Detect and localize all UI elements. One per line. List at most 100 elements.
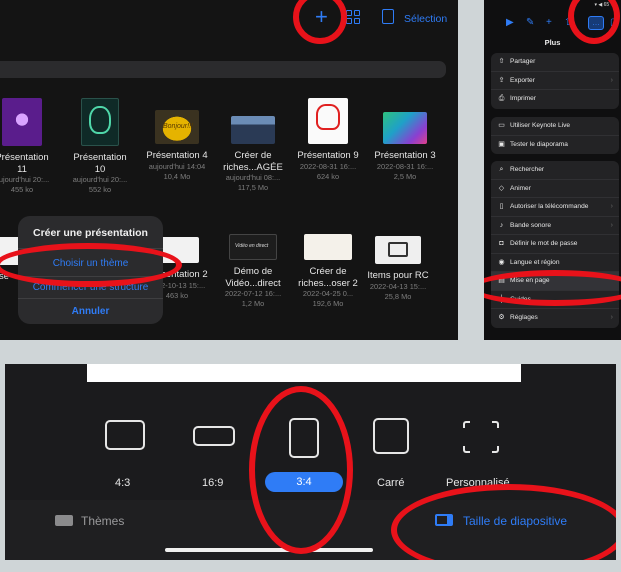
menu-item-soundtrack[interactable]: ♪ Bande sonore ›: [491, 217, 619, 235]
menu-item-animate[interactable]: ◇ Animer: [491, 180, 619, 198]
menu-item-label: Bande sonore: [510, 221, 552, 229]
play-icon[interactable]: ▶: [506, 16, 514, 30]
search-field[interactable]: [0, 61, 446, 78]
size-option-16-9[interactable]: 16:9: [191, 420, 237, 490]
size-label: Carré: [377, 477, 405, 489]
divider: [18, 248, 163, 249]
size-option-3-4[interactable]: 3:4: [265, 418, 345, 494]
menu-item-label: Guides: [510, 295, 531, 303]
menu-item-label: Rechercher: [510, 166, 545, 173]
editor-toolbar: ▶ ✎ + ⇧ … ▢: [484, 16, 621, 32]
animate-icon: ◇: [498, 184, 505, 192]
ratio-16-9-icon: [193, 426, 235, 446]
document-icon[interactable]: ▢: [610, 16, 619, 30]
menu-item-remote[interactable]: ▯ Autoriser la télécommande ›: [491, 198, 619, 217]
tab-themes[interactable]: Thèmes: [55, 513, 124, 529]
menu-item-rehearse[interactable]: ▣ Tester le diaporama: [491, 136, 619, 155]
menu-item-export[interactable]: ⇪ Exporter ›: [491, 72, 619, 90]
slide-size-options: 4:3 16:9 3:4 Carré Personnalisé: [5, 364, 616, 504]
home-indicator: [165, 548, 373, 552]
selection-button[interactable]: Sélection: [404, 13, 447, 25]
menu-item-search[interactable]: ⌕ Rechercher: [491, 161, 619, 180]
brush-icon[interactable]: ✎: [526, 16, 534, 30]
thumbnail-caption: Bonjour!!!: [163, 123, 193, 130]
document-meta: 2022-08-31 16:... 624 ko: [299, 161, 357, 181]
keynote-live-icon: ▭: [498, 122, 505, 129]
size-option-square[interactable]: Carré: [371, 418, 417, 489]
choose-theme-button[interactable]: Choisir un thème: [18, 258, 163, 269]
document-name: Présentation 10: [73, 152, 127, 175]
size-option-4-3[interactable]: 4:3: [103, 420, 149, 490]
document-tile[interactable]: Vidéo en direct Démo de Vidéo...direct 2…: [213, 234, 293, 309]
document-meta: aujourd'hui 14:04 10,4 Mo: [148, 161, 206, 181]
menu-item-label: Tester le diaporama: [510, 140, 568, 148]
menu-item-guides[interactable]: ┼ Guides: [491, 291, 619, 309]
settings-icon: ⚙: [498, 314, 505, 321]
size-option-custom[interactable]: Personnalisé: [443, 418, 523, 492]
menu-item-label: Réglages: [510, 314, 538, 321]
menu-item-layout[interactable]: ▤ Mise en page: [491, 272, 619, 291]
grid-view-icon[interactable]: [346, 10, 360, 24]
document-tile[interactable]: Créer de riches...AGÉE aujourd'hui 08:..…: [213, 116, 293, 193]
document-thumbnail: Bonjour!!!: [155, 110, 199, 144]
document-tile[interactable]: Créer de riches...oser 2 2022-04-25 0...…: [288, 234, 368, 309]
document-meta: aujourd'hui 08:... 117,5 Mo: [225, 173, 281, 192]
chevron-right-icon: ›: [610, 203, 613, 210]
document-meta: 2022-08-31 16:... 2,5 Mo: [376, 161, 434, 181]
chevron-right-icon: ›: [610, 221, 613, 229]
start-outline-button[interactable]: Commencer une structure: [18, 282, 163, 293]
document-name: Créer de riches...oser 2: [298, 266, 358, 289]
document-name: Présentation 11: [0, 152, 49, 175]
document-tile[interactable]: Bonjour!!! Présentation 4 aujourd'hui 14…: [137, 110, 217, 182]
document-name: Démo de Vidéo...direct: [225, 266, 281, 289]
themes-icon: [55, 515, 73, 526]
document-thumbnail: Vidéo en direct: [229, 234, 277, 260]
plus-menu-panel: ▾ ◀ 65 % ▶ ✎ + ⇧ … ▢ Plus ⇧ Partager ⇪ Exp…: [484, 0, 621, 340]
menu-item-print[interactable]: ⎙ Imprimer: [491, 90, 619, 109]
document-tile[interactable]: Présentation 10 aujourd'hui 20:... 552 k…: [60, 98, 140, 195]
print-icon: ⎙: [498, 95, 505, 102]
chevron-right-icon: ›: [610, 314, 613, 321]
cancel-button[interactable]: Annuler: [18, 306, 163, 317]
document-name: Présentation 9: [297, 150, 359, 161]
size-label: Personnalisé: [446, 477, 510, 489]
document-name: Items pour RC: [367, 270, 429, 281]
document-thumbnail: [383, 112, 427, 144]
document-tile[interactable]: Items pour RC 2022-04-13 15:... 25,8 Mo: [358, 236, 438, 302]
menu-item-password[interactable]: ◘ Définir le mot de passe: [491, 235, 619, 254]
slide-size-icon: [435, 514, 453, 526]
document-meta: aujourd'hui 20:... 552 ko: [72, 175, 128, 194]
document-thumbnail: [375, 236, 421, 264]
ratio-3-4-icon: [289, 418, 319, 458]
tab-slide-size[interactable]: Taille de diapositive: [435, 513, 567, 529]
menu-group: ⇧ Partager ⇪ Exporter › ⎙ Imprimer: [491, 53, 619, 109]
menu-item-label: Animer: [510, 184, 531, 192]
menu-item-label: Définir le mot de passe: [510, 240, 578, 247]
menu-item-label: Langue et région: [510, 258, 560, 266]
menu-item-settings[interactable]: ⚙ Réglages ›: [491, 309, 619, 328]
menu-item-share[interactable]: ⇧ Partager: [491, 53, 619, 72]
more-icon[interactable]: …: [588, 16, 604, 30]
tab-label: Thèmes: [81, 514, 125, 528]
menu-item-keynote-live[interactable]: ▭ Utiliser Keynote Live: [491, 117, 619, 136]
divider: [18, 276, 163, 277]
menu-item-label: Partager: [510, 58, 536, 65]
share-icon[interactable]: ⇧: [564, 16, 572, 30]
lock-icon: ◘: [499, 240, 504, 247]
globe-icon: ◉: [498, 258, 505, 266]
document-meta: 2022-04-25 0... 192,6 Mo: [302, 289, 354, 308]
layout-icon: ▤: [498, 277, 505, 284]
document-icon[interactable]: [382, 9, 394, 24]
add-presentation-icon[interactable]: +: [315, 6, 328, 28]
document-tile[interactable]: Présentation 9 2022-08-31 16:... 624 ko: [288, 98, 368, 182]
guides-icon: ┼: [499, 295, 504, 303]
document-meta: 2022-07-12 16:... 1,2 Mo: [224, 289, 282, 308]
menu-item-label: Mise en page: [510, 277, 550, 284]
document-thumbnail: [304, 234, 352, 260]
create-presentation-popup: Créer une présentation Choisir un thème …: [18, 216, 163, 324]
add-icon[interactable]: +: [546, 16, 552, 30]
menu-item-language[interactable]: ◉ Langue et région: [491, 254, 619, 272]
document-tile[interactable]: Présentation 11 aujourd'hui 20:... 455 k…: [0, 98, 62, 195]
custom-size-icon: [463, 421, 499, 453]
document-tile[interactable]: Présentation 3 2022-08-31 16:... 2,5 Mo: [365, 112, 445, 182]
